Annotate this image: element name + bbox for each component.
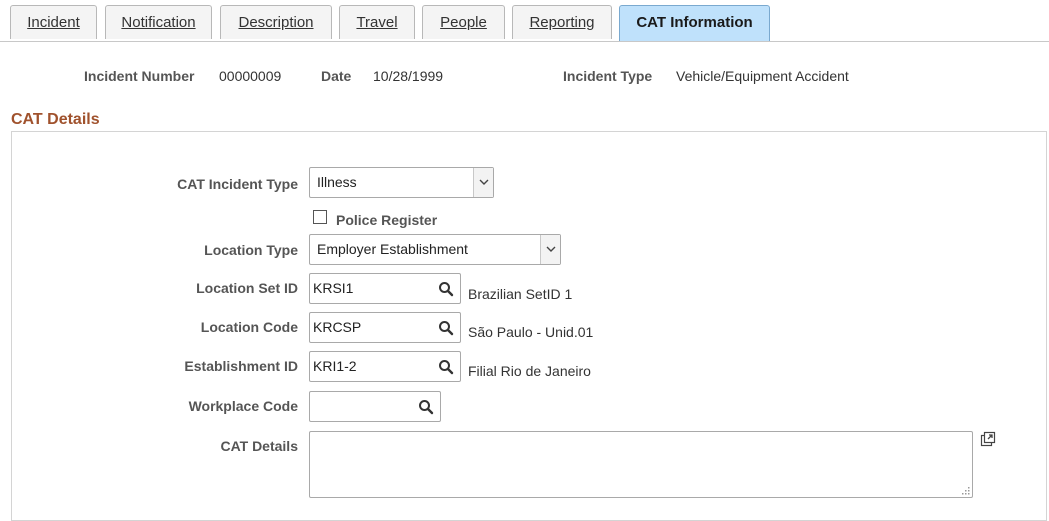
workplace-code-label: Workplace Code: [188, 398, 298, 414]
location-code-input[interactable]: KRCSP: [309, 312, 461, 343]
tab-label: People: [440, 14, 487, 31]
expand-icon[interactable]: [980, 431, 996, 447]
establishment-id-value: KRI1-2: [313, 358, 357, 374]
search-icon[interactable]: [438, 320, 454, 336]
cat-details-textarea[interactable]: [309, 431, 973, 498]
establishment-id-input[interactable]: KRI1-2: [309, 351, 461, 382]
workplace-code-input[interactable]: [309, 391, 441, 422]
location-type-select[interactable]: Employer Establishment: [309, 234, 561, 265]
incident-number-value: 00000009: [219, 68, 282, 84]
cat-incident-type-select[interactable]: Illness: [309, 167, 494, 198]
cat-incident-type-value: Illness: [317, 174, 357, 190]
tab-people[interactable]: People: [422, 5, 505, 39]
location-code-description: São Paulo - Unid.01: [468, 324, 594, 340]
police-register-checkbox[interactable]: [313, 210, 327, 224]
cat-details-label: CAT Details: [220, 438, 298, 454]
location-set-id-value: KRSI1: [313, 280, 354, 296]
tab-label: CAT Information: [636, 14, 753, 31]
location-type-value: Employer Establishment: [317, 241, 468, 257]
police-register-label: Police Register: [336, 212, 438, 228]
date-label: Date: [321, 68, 352, 84]
search-icon[interactable]: [418, 399, 434, 415]
tab-reporting[interactable]: Reporting: [512, 5, 612, 39]
tab-label: Incident: [27, 14, 80, 31]
tab-label: Reporting: [529, 14, 595, 31]
tab-incident[interactable]: Incident: [10, 5, 97, 39]
tab-description[interactable]: Description: [220, 5, 332, 39]
search-icon[interactable]: [438, 359, 454, 375]
incident-number-label: Incident Number: [84, 68, 195, 84]
location-set-id-input[interactable]: KRSI1: [309, 273, 461, 304]
section-title: CAT Details: [11, 111, 100, 128]
tab-bar: Incident Notification Description Travel…: [0, 0, 1049, 42]
tab-label: Travel: [356, 14, 398, 31]
incident-type-label: Incident Type: [563, 68, 653, 84]
search-icon[interactable]: [438, 281, 454, 297]
location-code-value: KRCSP: [313, 319, 362, 335]
establishment-id-label: Establishment ID: [184, 358, 298, 374]
cat-incident-type-label: CAT Incident Type: [177, 176, 298, 192]
location-code-label: Location Code: [200, 319, 298, 335]
location-set-id-label: Location Set ID: [196, 280, 298, 296]
date-value: 10/28/1999: [373, 68, 444, 84]
chevron-down-icon[interactable]: [473, 168, 493, 197]
resize-handle-icon[interactable]: [960, 485, 970, 495]
tab-label: Notification: [121, 14, 196, 31]
chevron-down-icon[interactable]: [540, 235, 560, 264]
location-set-id-description: Brazilian SetID 1: [468, 286, 573, 302]
tab-label: Description: [238, 14, 314, 31]
incident-type-value: Vehicle/Equipment Accident: [676, 68, 849, 84]
tab-travel[interactable]: Travel: [339, 5, 415, 39]
location-type-label: Location Type: [204, 242, 298, 258]
tab-notification[interactable]: Notification: [105, 5, 212, 39]
tab-cat-information[interactable]: CAT Information: [619, 5, 770, 41]
establishment-id-description: Filial Rio de Janeiro: [468, 363, 591, 379]
